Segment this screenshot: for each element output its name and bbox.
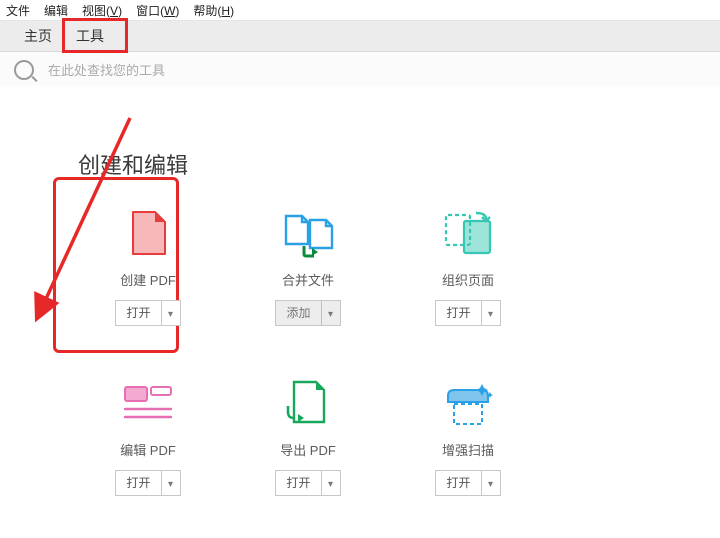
menubar: 文件 编辑 视图(V) 窗口(W) 帮助(H)	[0, 0, 720, 21]
create-pdf-icon	[118, 206, 178, 260]
content: 创建和编辑 创建 PDF 打开	[0, 86, 720, 538]
chevron-down-icon[interactable]	[162, 471, 180, 495]
search-icon	[14, 60, 34, 80]
merge-files-icon	[278, 206, 338, 260]
tab-home[interactable]: 主页	[12, 21, 64, 51]
menu-edit[interactable]: 编辑	[44, 2, 68, 19]
tool-organize-pages-label: 组织页面	[388, 270, 548, 288]
tool-export-pdf[interactable]: 导出 PDF 打开	[228, 376, 388, 538]
menu-help[interactable]: 帮助(H)	[193, 2, 234, 19]
menu-view-accel: V	[110, 4, 118, 18]
menu-view-label: 视图	[82, 4, 106, 18]
search-input[interactable]	[46, 62, 706, 79]
chevron-down-icon[interactable]	[322, 301, 340, 325]
tool-edit-pdf[interactable]: 编辑 PDF 打开	[68, 376, 228, 538]
tool-create-pdf[interactable]: 创建 PDF 打开	[68, 206, 228, 376]
tool-enhance-scan-label: 增强扫描	[388, 440, 548, 458]
organize-pages-icon	[438, 206, 498, 260]
chevron-down-icon[interactable]	[162, 301, 180, 325]
menu-window-label: 窗口	[136, 4, 160, 18]
tab-tools[interactable]: 工具	[64, 21, 116, 51]
menu-view[interactable]: 视图(V)	[82, 2, 122, 19]
section-title: 创建和编辑	[78, 148, 188, 180]
tool-organize-pages-button[interactable]: 打开	[435, 300, 500, 326]
edit-pdf-icon	[118, 376, 178, 430]
menu-window[interactable]: 窗口(W)	[136, 2, 179, 19]
tool-create-pdf-button-label: 打开	[116, 301, 161, 325]
tool-merge-files[interactable]: 合并文件 添加	[228, 206, 388, 376]
menu-help-accel: H	[221, 4, 230, 18]
tool-create-pdf-button[interactable]: 打开	[115, 300, 180, 326]
tool-enhance-scan-button[interactable]: 打开	[435, 470, 500, 496]
tabs: 主页 工具	[0, 21, 720, 52]
tool-export-pdf-button-label: 打开	[276, 471, 321, 495]
tool-merge-files-label: 合并文件	[228, 270, 388, 288]
tool-edit-pdf-button-label: 打开	[116, 471, 161, 495]
tool-enhance-scan-button-label: 打开	[436, 471, 481, 495]
tool-edit-pdf-button[interactable]: 打开	[115, 470, 180, 496]
menu-file[interactable]: 文件	[6, 2, 30, 19]
tool-merge-files-button[interactable]: 添加	[275, 300, 340, 326]
menu-window-accel: W	[164, 4, 175, 18]
chevron-down-icon[interactable]	[482, 301, 500, 325]
tool-merge-files-button-label: 添加	[276, 301, 321, 325]
menu-help-label: 帮助	[193, 4, 217, 18]
tool-export-pdf-label: 导出 PDF	[228, 440, 388, 458]
tool-create-pdf-label: 创建 PDF	[68, 270, 228, 288]
chevron-down-icon[interactable]	[322, 471, 340, 495]
search-row	[0, 52, 720, 89]
tool-enhance-scan[interactable]: 增强扫描 打开	[388, 376, 548, 538]
tool-edit-pdf-label: 编辑 PDF	[68, 440, 228, 458]
chevron-down-icon[interactable]	[482, 471, 500, 495]
tool-organize-pages-button-label: 打开	[436, 301, 481, 325]
tool-organize-pages[interactable]: 组织页面 打开	[388, 206, 548, 376]
enhance-scan-icon	[438, 376, 498, 430]
tool-export-pdf-button[interactable]: 打开	[275, 470, 340, 496]
tools-grid: 创建 PDF 打开 合并文件 添加	[68, 206, 698, 538]
export-pdf-icon	[278, 376, 338, 430]
